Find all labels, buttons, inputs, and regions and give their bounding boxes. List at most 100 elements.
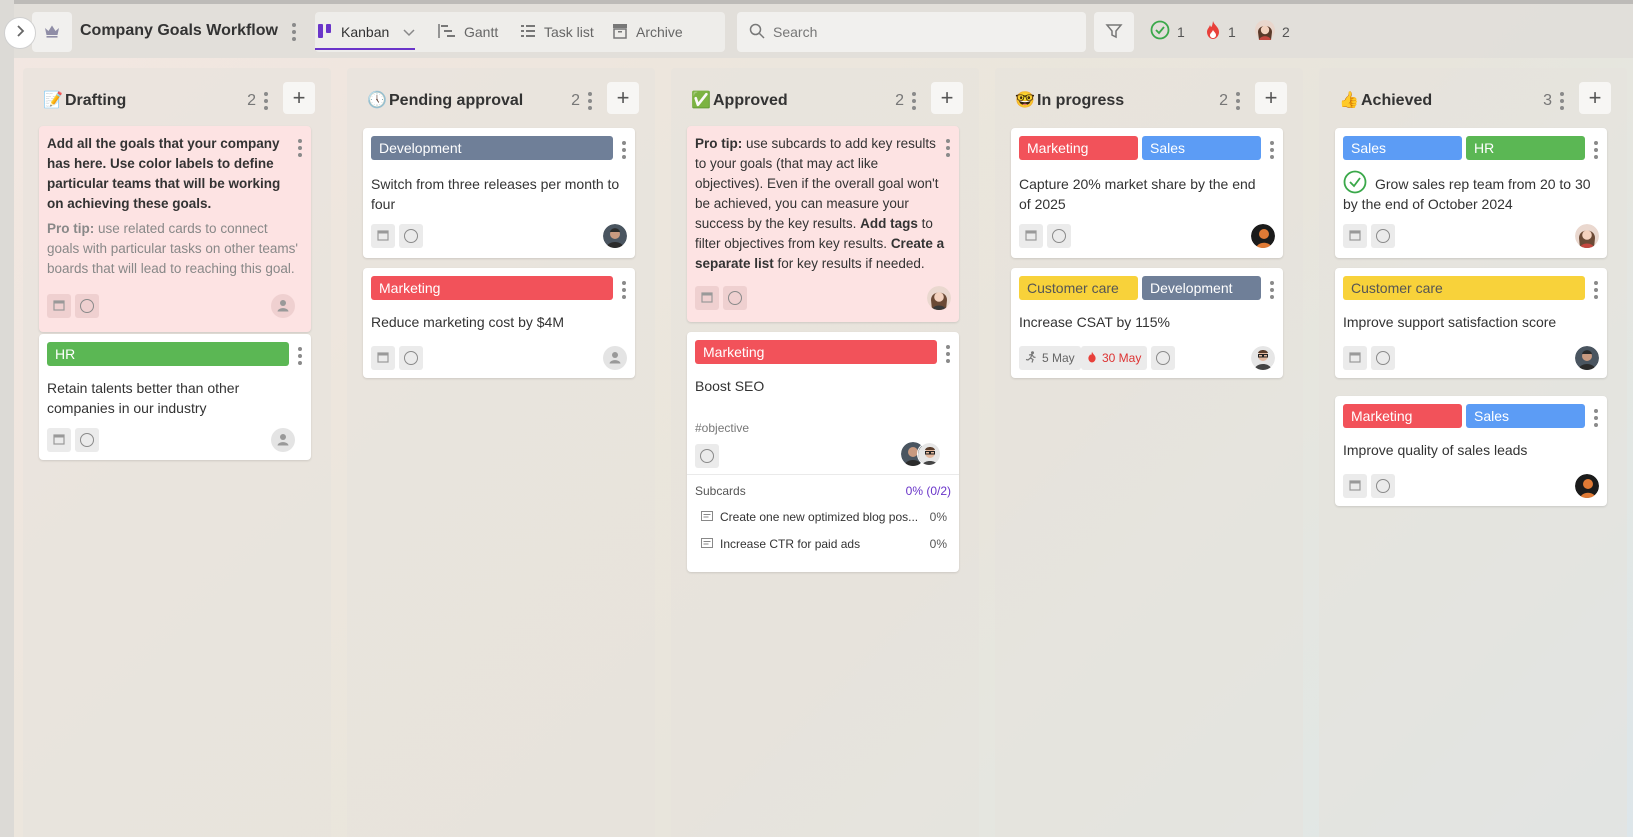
assignee-avatar[interactable]: [603, 224, 627, 248]
due-date-button[interactable]: [1343, 474, 1367, 498]
due-date-button[interactable]: [371, 346, 395, 370]
status-button[interactable]: [1151, 346, 1175, 370]
subcard-item[interactable]: Increase CTR for paid ads 0%: [701, 537, 947, 551]
column-menu-button[interactable]: [909, 91, 919, 111]
left-sidebar-strip: [0, 0, 14, 837]
user-icon: [276, 298, 290, 315]
due-date-button[interactable]: [47, 428, 71, 452]
assignee-avatar[interactable]: [1251, 346, 1275, 370]
status-button[interactable]: [1371, 346, 1395, 370]
column-menu-button[interactable]: [1233, 91, 1243, 111]
chevron-down-icon: [403, 24, 415, 40]
card-tip-drafting[interactable]: Add all the goals that your company has …: [39, 126, 311, 332]
assignee-avatar[interactable]: [1575, 224, 1599, 248]
start-date-chip[interactable]: 5 May: [1019, 346, 1081, 370]
add-card-button[interactable]: +: [1255, 82, 1287, 114]
list-icon: [520, 23, 536, 42]
filter-button[interactable]: [1094, 12, 1134, 52]
assignee-placeholder[interactable]: [603, 346, 627, 370]
card-menu-button[interactable]: [1267, 280, 1277, 300]
card-menu-button[interactable]: [943, 138, 953, 158]
card-switch-releases[interactable]: Development Switch from three releases p…: [363, 128, 635, 258]
column-title[interactable]: Pending approval: [389, 92, 523, 110]
card-capture-market-share[interactable]: Marketing Sales Capture 20% market share…: [1011, 128, 1283, 258]
card-hashtag[interactable]: #objective: [695, 421, 749, 435]
tab-gantt[interactable]: Gantt: [438, 12, 498, 52]
status-button[interactable]: [723, 286, 747, 310]
status-button[interactable]: [1047, 224, 1071, 248]
card-increase-csat[interactable]: Customer care Development Increase CSAT …: [1011, 268, 1283, 378]
assignee-avatar[interactable]: [917, 442, 941, 466]
add-card-button[interactable]: +: [283, 82, 315, 114]
search-input[interactable]: [773, 24, 1073, 40]
assignee-placeholder[interactable]: [271, 428, 295, 452]
tab-archive[interactable]: Archive: [612, 12, 683, 52]
card-grow-sales-team[interactable]: Sales HR Grow sales rep team from 20 to …: [1335, 128, 1607, 258]
column-title[interactable]: Drafting: [65, 92, 126, 110]
assignee-avatar[interactable]: [1251, 224, 1275, 248]
subcard-title: Create one new optimized blog pos...: [720, 510, 919, 524]
urgent-stat[interactable]: 1: [1205, 20, 1236, 43]
card-improve-sales-leads[interactable]: Marketing Sales Improve quality of sales…: [1335, 396, 1607, 506]
completed-stat[interactable]: 1: [1150, 20, 1185, 43]
column-title[interactable]: Approved: [713, 92, 788, 110]
column-title[interactable]: In progress: [1037, 92, 1124, 110]
subcards-header[interactable]: Subcards 0% (0/2): [695, 484, 951, 498]
subcards-progress: 0% (0/2): [905, 484, 951, 498]
add-card-button[interactable]: +: [1579, 82, 1611, 114]
column-menu-button[interactable]: [261, 91, 271, 111]
status-button[interactable]: [1371, 224, 1395, 248]
card-menu-button[interactable]: [295, 138, 305, 158]
subcard-item[interactable]: Create one new optimized blog pos... 0%: [701, 510, 947, 524]
card-reduce-marketing-cost[interactable]: Marketing Reduce marketing cost by $4M: [363, 268, 635, 378]
card-menu-button[interactable]: [295, 346, 305, 366]
tab-gantt-label: Gantt: [464, 24, 499, 40]
card-tip-approved[interactable]: Pro tip: use subcards to add key results…: [687, 126, 959, 322]
card-improve-support[interactable]: Customer care Improve support satisfacti…: [1335, 268, 1607, 378]
board-logo[interactable]: [32, 12, 72, 52]
board-title[interactable]: Company Goals Workflow: [80, 22, 278, 40]
due-date-button[interactable]: [371, 224, 395, 248]
column-title[interactable]: Achieved: [1361, 92, 1432, 110]
column-menu-button[interactable]: [1557, 91, 1567, 111]
due-date-chip[interactable]: 30 May: [1081, 346, 1148, 370]
card-menu-button[interactable]: [619, 140, 629, 160]
card-menu-button[interactable]: [1591, 408, 1601, 428]
card-menu-button[interactable]: [1591, 140, 1601, 160]
subcard-title: Increase CTR for paid ads: [720, 537, 861, 551]
card-menu-button[interactable]: [1267, 140, 1277, 160]
tab-kanban[interactable]: Kanban: [315, 12, 415, 52]
assignee-avatar[interactable]: [1575, 346, 1599, 370]
status-button[interactable]: [399, 224, 423, 248]
card-retain-talents[interactable]: HR Retain talents better than other comp…: [39, 334, 311, 460]
status-button[interactable]: [75, 428, 99, 452]
status-button[interactable]: [1371, 474, 1395, 498]
card-title: Boost SEO: [695, 378, 765, 394]
add-card-button[interactable]: +: [607, 82, 639, 114]
due-date-button[interactable]: [47, 294, 71, 318]
card-menu-button[interactable]: [943, 344, 953, 364]
add-card-button[interactable]: +: [931, 82, 963, 114]
members-stat[interactable]: 2: [1255, 20, 1290, 43]
sidebar-toggle-button[interactable]: [4, 17, 36, 49]
due-date-button[interactable]: [1343, 224, 1367, 248]
board-menu-button[interactable]: [287, 22, 301, 42]
assignee-avatar[interactable]: [927, 286, 951, 310]
card-menu-button[interactable]: [1591, 280, 1601, 300]
search-box[interactable]: [737, 12, 1086, 52]
card-boost-seo[interactable]: Marketing Boost SEO #objective Subcards …: [687, 332, 959, 572]
due-date-button[interactable]: [1019, 224, 1043, 248]
card-title: Retain talents better than other compani…: [47, 380, 240, 416]
due-date-button[interactable]: [1343, 346, 1367, 370]
column-menu-button[interactable]: [585, 91, 595, 111]
status-button[interactable]: [695, 444, 719, 468]
tab-task-list[interactable]: Task list: [520, 12, 594, 52]
status-button[interactable]: [75, 294, 99, 318]
assignee-placeholder[interactable]: [271, 294, 295, 318]
card-menu-button[interactable]: [619, 280, 629, 300]
due-date-button[interactable]: [695, 286, 719, 310]
subcards-label: Subcards: [695, 484, 746, 498]
assignee-avatar[interactable]: [1575, 474, 1599, 498]
column-card-count: 2: [247, 92, 256, 109]
status-button[interactable]: [399, 346, 423, 370]
